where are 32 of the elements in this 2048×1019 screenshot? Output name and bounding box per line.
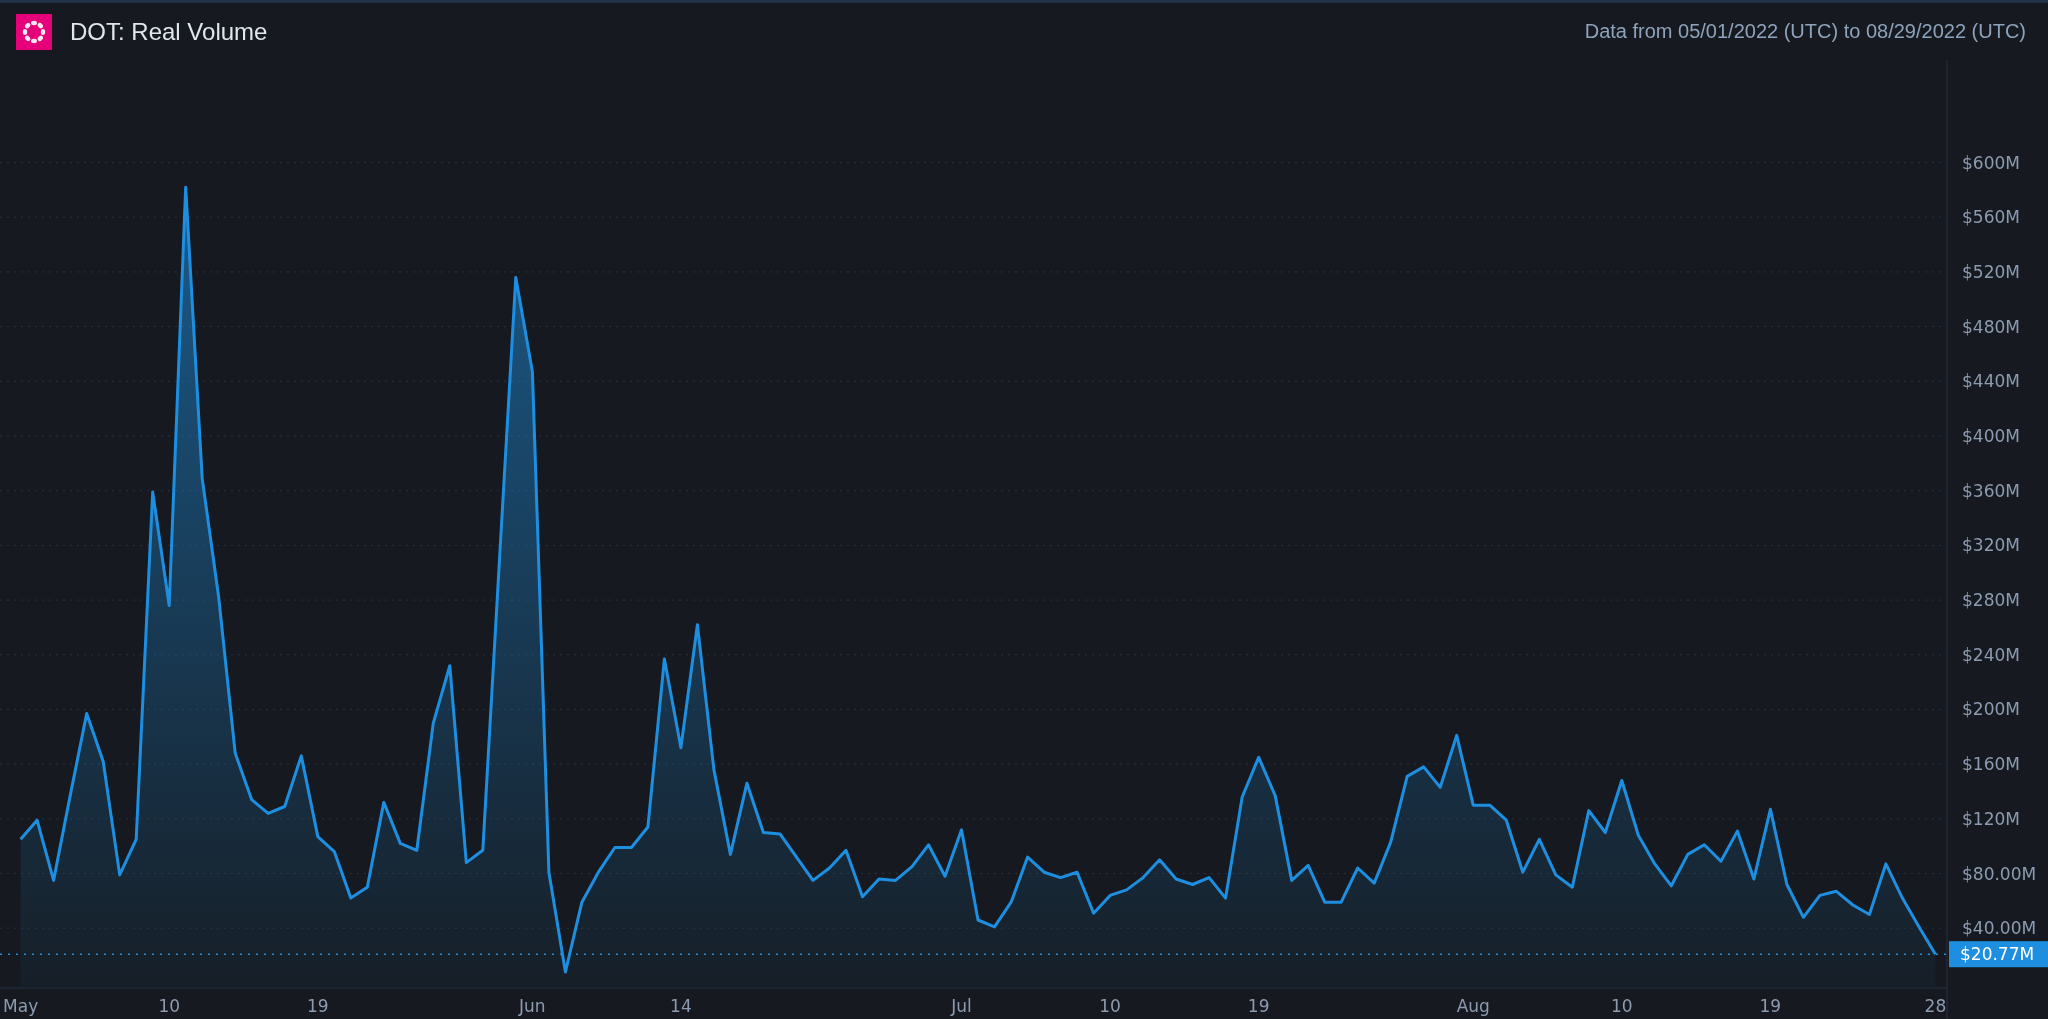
y-axis-label: $480M [1962,316,2020,337]
last-value-badge: $20.77M [1949,941,2048,968]
y-axis-label: $520M [1962,261,2020,282]
y-axis-label: $240M [1962,644,2020,665]
y-axis-label: $320M [1962,535,2020,556]
y-axis-label: $120M [1962,808,2020,829]
x-axis-label: 19 [1247,996,1270,1016]
x-axis-label: May [3,996,39,1016]
x-axis-label: Aug [1456,996,1490,1016]
y-axis-label: $160M [1962,754,2020,775]
y-axis-label: $440M [1962,371,2020,392]
chart-title: DOT: Real Volume [70,17,268,46]
date-range: Data from 05/01/2022 (UTC) to 08/29/2022 (UTC) [1584,20,2026,43]
logo-icon [16,13,52,50]
x-axis-label: 19 [306,996,329,1016]
x-axis-label: 14 [670,996,692,1016]
x-axis-label: 28 [1924,996,1947,1016]
y-axis-label: $200M [1962,699,2020,720]
x-axis-label: 19 [1759,996,1782,1016]
y-axis-label: $80.00M [1962,863,2037,884]
y-axis-label: $560M [1962,207,2020,228]
x-axis-label: Jun [519,996,546,1016]
x-axis-label: 10 [1099,996,1121,1016]
x-axis-label: 10 [158,996,180,1016]
y-axis-label: $600M [1962,152,2020,173]
y-axis-label: $280M [1962,590,2020,611]
x-axis-label: Jul [951,996,972,1016]
y-axis-label: $40.00M [1962,918,2037,939]
x-axis-label: 10 [1611,996,1633,1016]
ref-line-label: $20.77M [1960,944,2035,965]
y-axis-label: $360M [1962,480,2020,501]
y-axis-label: $400M [1962,426,2020,446]
